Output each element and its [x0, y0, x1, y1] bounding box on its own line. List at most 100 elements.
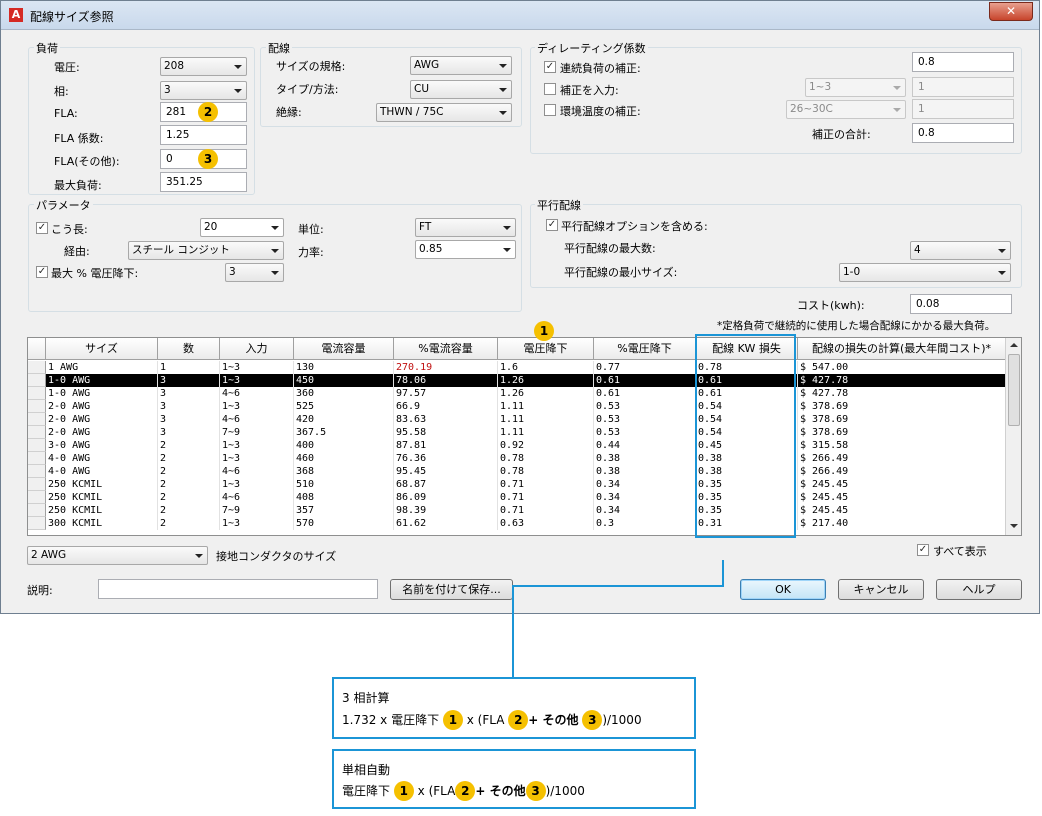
formula-badge-2: 2: [508, 710, 529, 730]
chevron-down-icon: [271, 271, 279, 275]
unit-select[interactable]: FT: [415, 218, 516, 237]
table-row[interactable]: 300 KCMIL 2 1~3 570 61.62 0.63 0.3 0.31 $ 217.40: [28, 517, 1008, 530]
save-as-button[interactable]: 名前を付けて保存...: [390, 579, 513, 600]
table-row[interactable]: 1-0 AWG 3 4~6 360 97.57 1.26 0.61 0.61 $ 427.78: [28, 387, 1008, 400]
row-header[interactable]: [28, 478, 46, 491]
table-cell: 1 AWG: [46, 361, 158, 374]
table-cell: 270.19: [394, 361, 498, 374]
table-cell: 97.57: [394, 387, 498, 400]
ambient-temp-label: 環境温度の補正:: [560, 105, 641, 118]
table-cell: 0.53: [594, 413, 696, 426]
length-combo[interactable]: 20: [200, 218, 284, 237]
power-factor-combo[interactable]: 0.85: [415, 240, 516, 259]
column-header[interactable]: 数: [158, 338, 220, 360]
row-header[interactable]: [28, 400, 46, 413]
vertical-scrollbar[interactable]: [1005, 338, 1021, 535]
ambient-temp-select[interactable]: 26~30C: [786, 100, 906, 119]
input-correction-select[interactable]: 1~3: [805, 78, 906, 97]
scroll-down-icon[interactable]: [1010, 524, 1018, 528]
ambient-temp-value[interactable]: 1: [912, 99, 1014, 119]
table-row[interactable]: 250 KCMIL 2 4~6 408 86.09 0.71 0.34 0.35 $ 245.4…: [28, 491, 1008, 504]
table-cell: 368: [294, 465, 394, 478]
max-voltage-drop-checkbox[interactable]: ✓: [36, 266, 48, 278]
route-select[interactable]: スチール コンジット: [128, 241, 284, 260]
column-header[interactable]: サイズ: [46, 338, 158, 360]
ground-conductor-select[interactable]: 2 AWG: [27, 546, 208, 565]
formula-badge-1: 1: [393, 781, 414, 801]
single-phase-formula: 電圧降下 1 x (FLA 2 + その他 3)/1000: [342, 781, 585, 801]
input-correction-value[interactable]: 1: [912, 77, 1014, 97]
row-header[interactable]: [28, 374, 46, 387]
continuous-load-checkbox[interactable]: ✓: [544, 61, 556, 73]
close-button[interactable]: ✕: [989, 2, 1033, 21]
row-header[interactable]: [28, 426, 46, 439]
scroll-up-icon[interactable]: [1010, 343, 1018, 347]
table-row[interactable]: 2-0 AWG 3 7~9 367.5 95.58 1.11 0.53 0.54 $ 378.6…: [28, 426, 1008, 439]
table-cell: $ 217.40: [798, 517, 1006, 530]
fla-factor-input[interactable]: 1.25: [160, 125, 247, 145]
cancel-button[interactable]: キャンセル: [838, 579, 924, 600]
power-factor-value: 0.85: [419, 243, 443, 255]
table-row[interactable]: 1 AWG 1 1~3 130 270.19 1.6 0.77 0.78 $ 547.00: [28, 361, 1008, 374]
row-header[interactable]: [28, 387, 46, 400]
table-row[interactable]: 2-0 AWG 3 4~6 420 83.63 1.11 0.53 0.54 $ 378.69: [28, 413, 1008, 426]
table-cell: 4~6: [220, 465, 294, 478]
wire-type-select[interactable]: CU: [410, 80, 512, 99]
table-row[interactable]: 4-0 AWG 2 1~3 460 76.36 0.78 0.38 0.38 $ 266.49: [28, 452, 1008, 465]
help-button[interactable]: ヘルプ: [936, 579, 1022, 600]
phase-select[interactable]: 3: [160, 81, 247, 100]
parallel-max-count-select[interactable]: 4: [910, 241, 1011, 260]
table-cell: $ 266.49: [798, 452, 1006, 465]
column-header[interactable]: 入力: [220, 338, 294, 360]
table-row[interactable]: 3-0 AWG 2 1~3 400 87.81 0.92 0.44 0.45 $ 315.58: [28, 439, 1008, 452]
chevron-down-icon: [271, 226, 279, 230]
row-header[interactable]: [28, 504, 46, 517]
total-correction-label: 補正の合計:: [812, 128, 871, 141]
max-voltage-drop-select[interactable]: 3: [225, 263, 284, 282]
row-header[interactable]: [28, 465, 46, 478]
column-header[interactable]: 電圧降下: [498, 338, 594, 360]
input-correction-checkbox[interactable]: [544, 83, 556, 95]
row-header[interactable]: [28, 452, 46, 465]
table-cell: 1~3: [220, 374, 294, 387]
ok-button[interactable]: OK: [740, 579, 826, 600]
cost-input[interactable]: 0.08: [910, 294, 1012, 314]
insulation-select[interactable]: THWN / 75C: [376, 103, 512, 122]
column-header[interactable]: 電流容量: [294, 338, 394, 360]
row-header[interactable]: [28, 413, 46, 426]
parallel-include-checkbox[interactable]: ✓: [546, 219, 558, 231]
table-row[interactable]: 2-0 AWG 3 1~3 525 66.9 1.11 0.53 0.54 $ 378.69: [28, 400, 1008, 413]
wire-standard-select[interactable]: AWG: [410, 56, 512, 75]
checkmark-icon: ✓: [37, 266, 47, 277]
description-input[interactable]: [98, 579, 378, 599]
wire-size-table[interactable]: サイズ数入力 電流容量 %電流容量 電圧降下 %電圧降下 配線 KW 損失 配線の損失の計算…: [27, 337, 1022, 536]
table-cell: 0.61: [594, 387, 696, 400]
ambient-temp-checkbox[interactable]: [544, 104, 556, 116]
column-header[interactable]: 配線の損失の計算(最大年間コスト)*: [798, 338, 1006, 360]
table-row[interactable]: 250 KCMIL 2 1~3 510 68.87 0.71 0.34 0.35 $ 245.4…: [28, 478, 1008, 491]
table-row[interactable]: 4-0 AWG 2 4~6 368 95.45 0.78 0.38 0.38 $ 266.49: [28, 465, 1008, 478]
total-correction-value[interactable]: 0.8: [912, 123, 1014, 143]
max-load-input[interactable]: 351.25: [160, 172, 247, 192]
parallel-min-size-select[interactable]: 1-0: [839, 263, 1011, 282]
table-cell: 0.92: [498, 439, 594, 452]
length-label: こう長:: [51, 223, 88, 236]
row-header[interactable]: [28, 439, 46, 452]
row-header[interactable]: [28, 517, 46, 530]
column-header[interactable]: %電流容量: [394, 338, 498, 360]
row-header[interactable]: [28, 361, 46, 374]
length-checkbox[interactable]: ✓: [36, 222, 48, 234]
title-bar[interactable]: A 配線サイズ参照 ✕: [1, 1, 1039, 30]
scrollbar-thumb[interactable]: [1008, 354, 1020, 426]
column-header[interactable]: %電圧降下: [594, 338, 696, 360]
table-cell: 0.53: [594, 400, 696, 413]
voltage-select[interactable]: 208: [160, 57, 247, 76]
row-header[interactable]: [28, 491, 46, 504]
table-cell: $ 245.45: [798, 491, 1006, 504]
table-row[interactable]: 1-0 AWG 3 1~3 450 78.06 1.26 0.61 0.61 $ 427.78: [28, 374, 1008, 387]
table-cell: 1.6: [498, 361, 594, 374]
table-row[interactable]: 250 KCMIL 2 7~9 357 98.39 0.71 0.34 0.35 $ 245.4…: [28, 504, 1008, 517]
max-voltage-drop-value: 3: [229, 266, 236, 278]
continuous-load-value[interactable]: 0.8: [912, 52, 1014, 72]
show-all-checkbox[interactable]: ✓: [917, 544, 929, 556]
